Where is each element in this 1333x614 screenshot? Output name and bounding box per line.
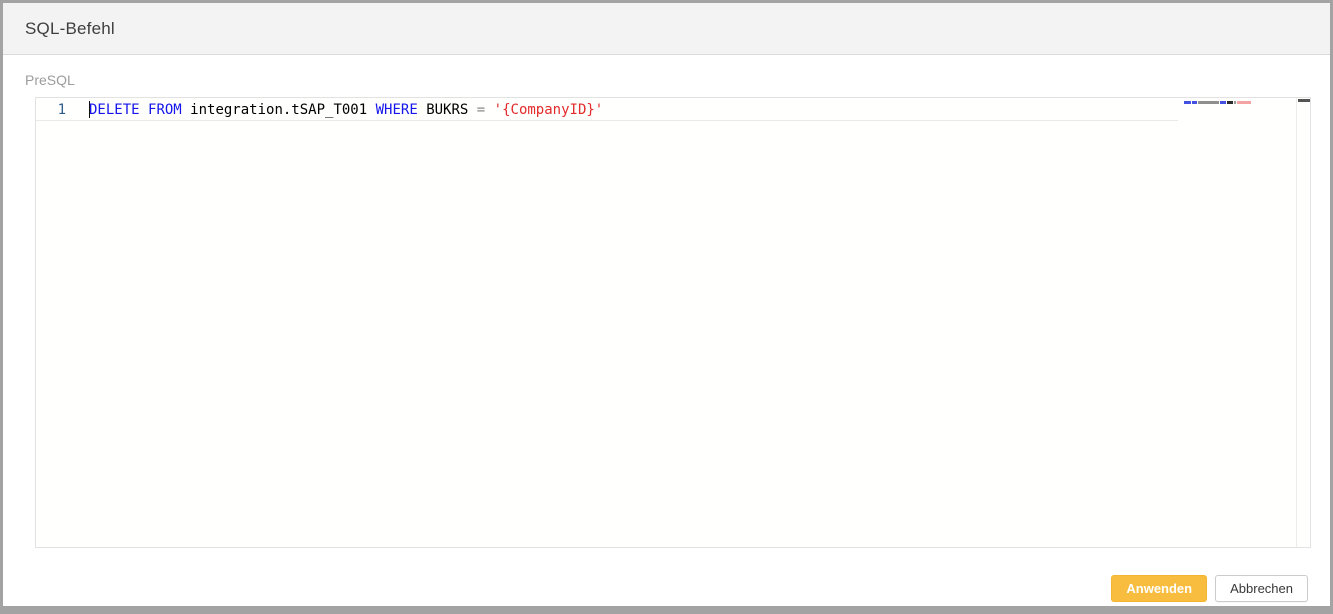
minimap-segment	[1227, 101, 1233, 104]
code-token-plain: integration.tSAP_T001	[182, 102, 376, 118]
code-token-keyword: FROM	[148, 102, 182, 118]
code-token-plain	[140, 102, 148, 118]
editor-minimap[interactable]	[1184, 100, 1251, 104]
dialog-title-bar: SQL-Befehl	[3, 3, 1330, 55]
dialog-title: SQL-Befehl	[25, 19, 115, 39]
cancel-button[interactable]: Abbrechen	[1215, 575, 1308, 602]
minimap-segment	[1220, 101, 1226, 104]
code-token-plain: BUKRS	[418, 102, 477, 118]
dialog-footer: Anwenden Abbrechen	[1111, 575, 1308, 602]
minimap-segment	[1192, 101, 1197, 104]
minimap-segment	[1237, 101, 1251, 104]
line-number: 1	[36, 98, 89, 120]
sql-command-dialog: SQL-Befehl PreSQL 1 DELETE FROM integrat…	[0, 0, 1333, 614]
sql-code-editor[interactable]: 1 DELETE FROM integration.tSAP_T001 WHER…	[35, 97, 1311, 548]
active-line-underline	[36, 120, 1178, 121]
scrollbar-thumb[interactable]	[1298, 99, 1310, 102]
minimap-segment	[1198, 101, 1219, 104]
text-cursor-caret	[89, 101, 90, 118]
sql-code-line[interactable]: DELETE FROM integration.tSAP_T001 WHERE …	[89, 100, 1294, 120]
editor-vertical-scrollbar[interactable]	[1296, 98, 1310, 547]
apply-button[interactable]: Anwenden	[1111, 575, 1207, 602]
minimap-segment	[1234, 101, 1236, 104]
line-number-gutter: 1	[36, 98, 89, 547]
code-token-string: '{CompanyID}'	[494, 102, 604, 118]
code-token-plain	[485, 102, 493, 118]
code-token-keyword: DELETE	[89, 102, 140, 118]
code-token-operator: =	[477, 102, 485, 118]
minimap-segment	[1184, 101, 1191, 104]
presql-label: PreSQL	[25, 72, 75, 88]
code-token-keyword: WHERE	[376, 102, 418, 118]
